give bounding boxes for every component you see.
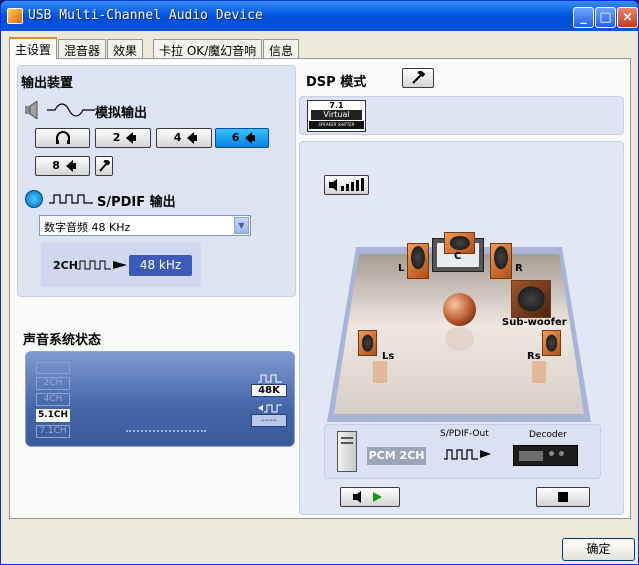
spdif-out-label: S/PDIF-Out [440, 429, 489, 439]
tab-main-settings[interactable]: 主设置 [9, 37, 58, 59]
spdif-icon [25, 190, 43, 208]
subwoofer-speaker[interactable] [511, 280, 551, 318]
center-speaker-label: C [454, 251, 462, 262]
speaker-icon [187, 132, 198, 144]
volume-bars-icon [328, 178, 365, 191]
title-bar[interactable]: USB Multi-Channel Audio Device _ □ × [1, 1, 638, 31]
headphone-icon [55, 131, 71, 144]
pc-tower-icon [337, 431, 357, 472]
speaker-8-button[interactable]: 8 [35, 156, 90, 176]
status-item-1ch [36, 362, 70, 374]
level-meter [126, 430, 206, 433]
virtual-number: 7.1 [329, 101, 344, 110]
status-item-4ch: 4CH [36, 393, 70, 406]
status-item-2ch: 2CH [36, 377, 70, 390]
decoder-device-icon [513, 445, 578, 466]
spdif-format-select[interactable]: 数字音频 48 KHz ▼ [39, 215, 251, 236]
listener-reflection [445, 327, 474, 351]
spdif-channel-label: 2CH [53, 259, 78, 272]
stop-icon [558, 490, 568, 503]
headphone-button[interactable] [35, 128, 90, 148]
virtual-7-1-button[interactable]: 7.1 Virtual SPEAKER SHIFTER [307, 100, 366, 132]
output-device-heading: 输出装置 [21, 76, 74, 91]
status-item-7-1ch: 7.1CH [36, 425, 70, 438]
analog-wave-icon [47, 103, 95, 120]
right-surround-reflection [532, 361, 546, 383]
dsp-settings-button[interactable] [402, 68, 434, 88]
digital-wave-icon [49, 192, 93, 209]
tab-mixer[interactable]: 混音器 [58, 39, 107, 58]
tab-effects[interactable]: 效果 [107, 39, 144, 58]
pcm-badge: PCM 2CH [367, 447, 426, 465]
speaker-6-button[interactable]: 6 [215, 128, 269, 148]
app-icon [7, 8, 23, 24]
hammer-icon [98, 158, 111, 172]
tab-info[interactable]: 信息 [263, 39, 300, 58]
decoder-label: Decoder [529, 430, 567, 440]
speaker-4-label: 4 [173, 131, 182, 144]
subwoofer-label: Sub-woofer [502, 317, 567, 328]
close-button[interactable]: × [617, 7, 638, 28]
input-rate-badge: 48K [251, 384, 287, 397]
speaker-settings-button[interactable] [95, 156, 113, 176]
minimize-button[interactable]: _ [573, 7, 594, 28]
speaker-icon [126, 132, 137, 144]
output-rate-badge: ---- [251, 414, 287, 427]
right-speaker[interactable] [490, 243, 512, 279]
left-surround-reflection [373, 361, 387, 383]
speaker-icon [23, 100, 43, 120]
play-button[interactable] [340, 487, 400, 507]
left-surround-speaker[interactable] [358, 330, 377, 356]
left-speaker[interactable] [407, 243, 429, 279]
speaker-2-label: 2 [112, 131, 121, 144]
window-title: USB Multi-Channel Audio Device [28, 8, 263, 23]
spdif-format-value: 数字音频 48 KHz [44, 221, 131, 234]
hammer-icon [411, 69, 426, 84]
status-item-5-1ch: 5.1CH [36, 409, 70, 422]
speaker-play-icon [353, 490, 387, 503]
speaker-6-label: 6 [231, 131, 240, 144]
listener-sphere[interactable] [443, 293, 476, 326]
digital-arrow-icon [444, 447, 492, 464]
chevron-down-icon[interactable]: ▼ [234, 217, 249, 234]
stop-button[interactable] [536, 487, 590, 507]
right-surround-speaker[interactable] [542, 330, 561, 356]
virtual-caption: SPEAKER SHIFTER [309, 121, 364, 129]
spdif-output-label: S/PDIF 输出 [97, 195, 176, 210]
speaker-icon [65, 160, 76, 172]
speaker-2-button[interactable]: 2 [95, 128, 151, 148]
speaker-8-label: 8 [52, 159, 60, 172]
right-speaker-label: R [515, 263, 523, 274]
speaker-4-button[interactable]: 4 [156, 128, 212, 148]
spdif-rate-badge: 48 kHz [129, 255, 192, 276]
ok-button[interactable]: 确定 [562, 538, 635, 561]
analog-output-label: 模拟输出 [95, 106, 148, 121]
tab-karaoke[interactable]: 卡拉 OK/魔幻音响 [153, 39, 263, 58]
main-window: USB Multi-Channel Audio Device _ □ × 主设置… [0, 0, 639, 565]
maximize-button[interactable]: □ [595, 7, 616, 28]
digital-wave-icon [77, 259, 129, 274]
speaker-icon [245, 132, 256, 144]
volume-test-button[interactable] [324, 175, 369, 195]
virtual-label: Virtual [311, 110, 362, 120]
left-speaker-label: L [398, 263, 405, 274]
sound-status-panel: 2CH 4CH 5.1CH 7.1CH 48K ---- [25, 351, 295, 447]
dsp-mode-heading: DSP 模式 [306, 75, 367, 90]
sound-status-heading: 声音系统状态 [23, 333, 102, 348]
